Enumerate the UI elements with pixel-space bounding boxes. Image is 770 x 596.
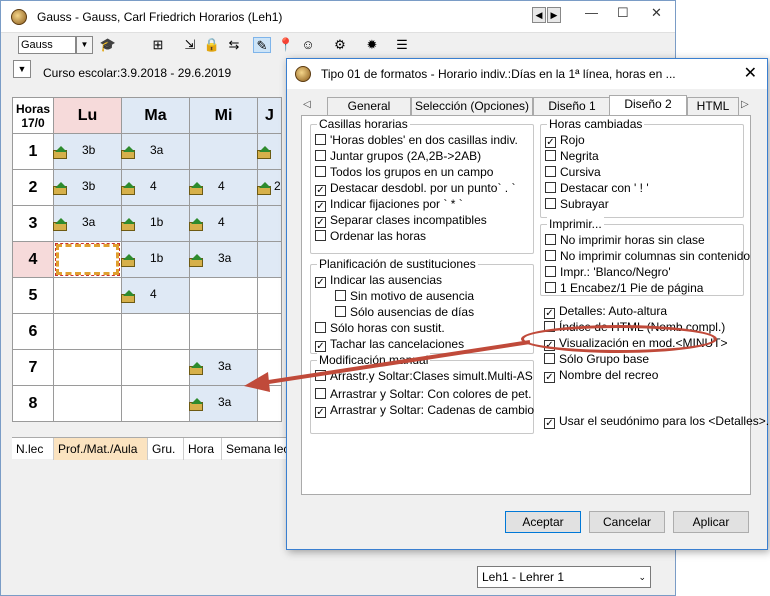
annotation-arrow — [244, 340, 531, 392]
